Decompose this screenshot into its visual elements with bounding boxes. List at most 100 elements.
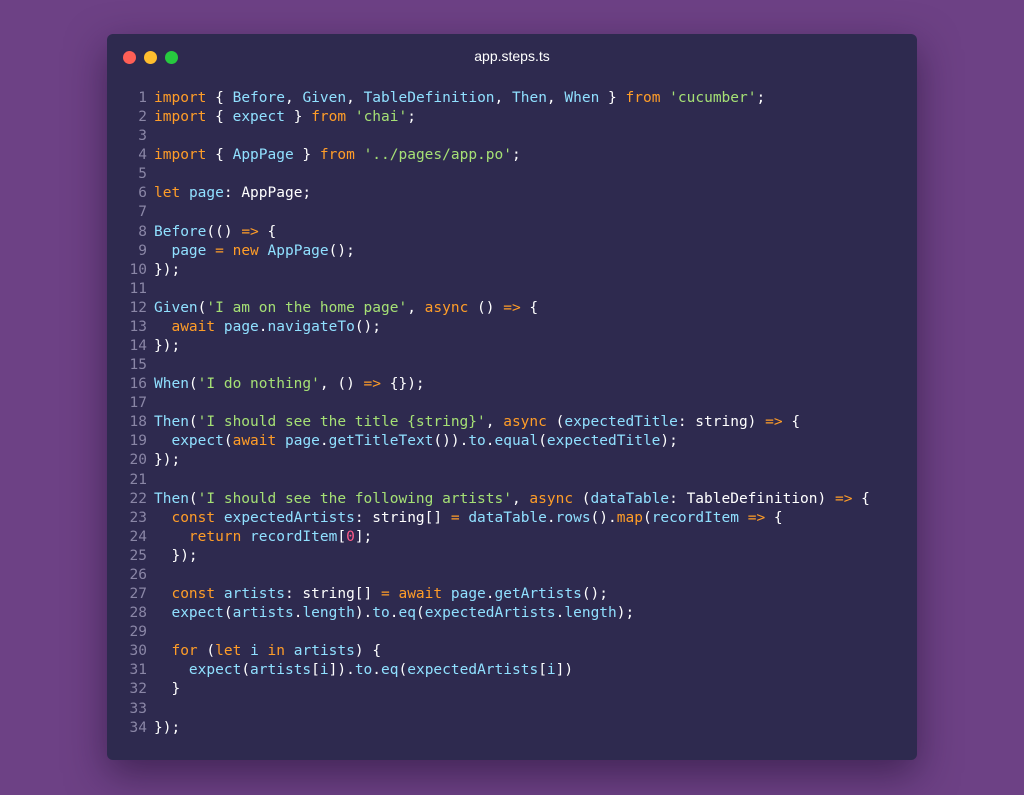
code-token: , () <box>319 376 364 393</box>
code-token: length <box>564 605 617 622</box>
code-token: ( <box>415 605 425 622</box>
code-line: 34}); <box>107 719 870 738</box>
line-number: 27 <box>129 586 147 603</box>
code-token: => <box>765 414 783 431</box>
code-token: ; <box>756 90 766 106</box>
code-token: : string[] <box>354 509 451 526</box>
code-token: ( <box>573 490 591 507</box>
code-token: => <box>241 223 259 240</box>
line-number: 25 <box>129 547 147 564</box>
code-token: ). <box>354 605 373 622</box>
code-token: ()). <box>433 433 469 450</box>
line-number: 17 <box>129 395 147 412</box>
code-token: { <box>258 223 277 240</box>
code-token: new <box>232 242 259 259</box>
code-token: Then <box>154 414 189 431</box>
code-line: 25 }); <box>107 547 870 566</box>
code-token: expectedArtists <box>223 509 355 526</box>
code-token: : string) <box>677 414 766 431</box>
code-text: let page: AppPage; <box>154 184 311 203</box>
code-text: }); <box>154 261 180 280</box>
line-number: 30 <box>129 643 147 660</box>
code-token: async <box>503 414 547 431</box>
code-token: = <box>450 509 460 526</box>
line-number: 21 <box>129 471 147 488</box>
code-text: for (let i in artists) { <box>154 642 381 661</box>
code-token: const <box>171 509 216 526</box>
line-number: 14 <box>129 338 147 355</box>
code-text: Before(() => { <box>154 223 276 242</box>
code-token: 'I am on the home page' <box>206 299 408 316</box>
code-token: getTitleText <box>328 433 434 450</box>
code-token: expectedTitle <box>546 433 661 450</box>
code-token: from <box>625 90 661 106</box>
code-text: import { AppPage } from '../pages/app.po… <box>154 146 521 165</box>
code-token: artists <box>223 586 285 603</box>
code-token: length <box>302 605 355 622</box>
code-token: . <box>372 662 382 679</box>
code-token: let <box>215 643 242 660</box>
code-token: , <box>485 414 504 431</box>
line-number: 5 <box>138 166 147 183</box>
code-token: recordItem <box>250 528 338 545</box>
code-token: i <box>319 662 329 679</box>
code-token: for <box>171 643 198 660</box>
code-token: { <box>852 490 870 507</box>
code-token: artists <box>250 662 312 679</box>
code-token: from <box>319 147 355 164</box>
line-number: 13 <box>129 318 147 335</box>
code-token: import <box>154 90 207 106</box>
code-token: ( <box>188 414 198 431</box>
line-number: 24 <box>129 528 147 545</box>
code-token: ; <box>407 109 416 126</box>
code-line: 16 When('I do nothing', () => {}); <box>107 375 870 394</box>
code-text: import { Before, Given, TableDefinition,… <box>154 89 765 108</box>
code-token: { <box>206 90 233 106</box>
code-token: } <box>284 109 312 126</box>
code-line: 6 let page: AppPage; <box>107 184 870 203</box>
code-line: 4 import { AppPage } from '../pages/app.p… <box>107 146 870 165</box>
code-token: await <box>171 318 216 335</box>
code-token: [ <box>311 662 320 679</box>
line-number: 22 <box>129 490 147 507</box>
code-token: expectedArtists <box>407 662 539 679</box>
line-number: 19 <box>129 433 147 450</box>
code-token: . <box>546 509 556 526</box>
code-text: }); <box>154 451 180 470</box>
code-token: await <box>232 433 277 450</box>
code-text: }); <box>154 719 180 738</box>
code-token: page <box>223 318 259 335</box>
code-token: ]) <box>555 662 574 679</box>
code-token: page <box>284 433 320 450</box>
code-token: import <box>154 109 207 126</box>
code-token: eq <box>381 662 399 679</box>
code-token: expect <box>188 662 242 679</box>
code-line: 14}); <box>107 337 870 356</box>
code-token: expectedArtists <box>424 605 556 622</box>
line-number: 29 <box>129 624 147 641</box>
code-token: Then <box>154 490 189 507</box>
code-token: Before <box>154 223 207 240</box>
code-token: expect <box>171 433 224 450</box>
line-number: 6 <box>138 185 147 202</box>
code-token: }); <box>154 452 181 469</box>
code-line: 33 <box>107 700 870 719</box>
code-token: (); <box>328 242 355 259</box>
code-line: 27 const artists: string[] = await page.… <box>107 585 870 604</box>
line-number: 23 <box>129 509 147 526</box>
code-text: expect(await page.getTitleText()).to.equ… <box>154 432 677 451</box>
code-line: 5 <box>107 165 870 184</box>
code-text: return recordItem[0]; <box>154 528 372 547</box>
line-number: 11 <box>129 280 147 297</box>
code-text: expect(artists.length).to.eq(expectedArt… <box>154 604 634 623</box>
code-token: let <box>154 185 181 202</box>
